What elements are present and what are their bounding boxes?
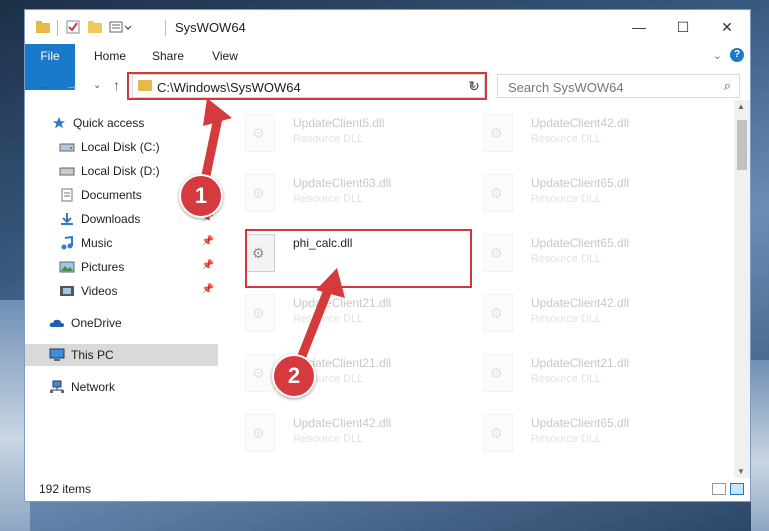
- callout-arrows: [200, 98, 345, 371]
- arrow-2: [293, 285, 333, 371]
- callout-badge-1: 1: [179, 174, 223, 218]
- arrow-1-head: [203, 98, 232, 126]
- arrow-2-head: [316, 268, 345, 298]
- callout-badge-2: 2: [272, 354, 316, 398]
- arrow-1: [200, 113, 223, 185]
